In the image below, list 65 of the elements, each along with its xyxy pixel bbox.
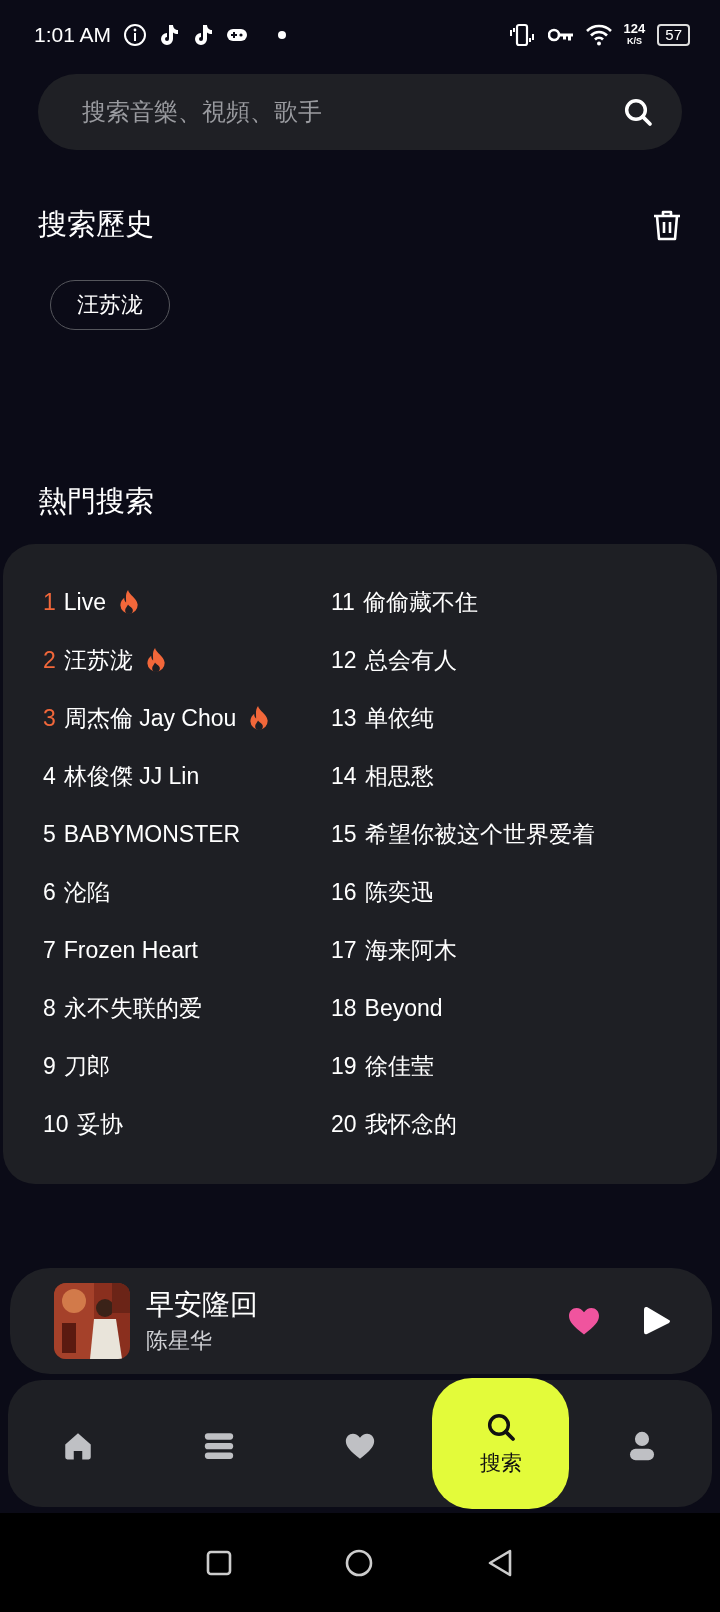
rank-number: 15 <box>331 820 357 848</box>
play-icon[interactable] <box>642 1305 672 1337</box>
rank-number: 17 <box>331 936 357 964</box>
rank-number: 19 <box>331 1052 357 1080</box>
artist-name: 陈星华 <box>146 1327 213 1355</box>
search-term[interactable]: Live <box>63 588 106 616</box>
rank-number: 5 <box>43 820 56 848</box>
trash-icon[interactable] <box>652 209 682 241</box>
search-term[interactable]: 陈奕迅 <box>364 876 434 908</box>
info-icon <box>123 23 148 47</box>
rank-number: 1 <box>43 588 56 616</box>
rank-number: 18 <box>331 994 357 1022</box>
search-term[interactable]: 林俊傑 JJ Lin <box>63 760 200 792</box>
nav-tab[interactable]: 搜索 <box>432 1378 570 1509</box>
rank-number: 3 <box>43 704 56 732</box>
search-term[interactable]: 相思愁 <box>364 760 434 792</box>
flame-icon <box>250 706 269 730</box>
rank-number: 9 <box>43 1052 56 1080</box>
recents-icon[interactable] <box>206 1549 232 1576</box>
rank-number: 10 <box>43 1110 69 1138</box>
rank-number: 16 <box>331 878 357 906</box>
rank-number: 11 <box>331 588 355 616</box>
vibrate-icon <box>507 23 536 47</box>
search-term[interactable]: 希望你被这个世界爱着 <box>364 818 595 850</box>
search-term[interactable]: 偷偷藏不住 <box>362 586 478 618</box>
search-term[interactable]: 单依纯 <box>364 702 434 734</box>
search-icon[interactable] <box>622 96 654 128</box>
wifi-icon <box>585 24 612 46</box>
dot-icon <box>277 30 288 40</box>
rank-number: 6 <box>43 878 56 906</box>
search-term[interactable]: 总会有人 <box>364 644 457 676</box>
gamepad-icon <box>227 28 248 42</box>
search-term[interactable]: 汪苏泷 <box>63 644 133 676</box>
rank-number: 4 <box>43 762 56 790</box>
network-unit: K/S <box>626 35 642 47</box>
rank-number: 7 <box>43 936 56 964</box>
key-icon <box>547 27 574 43</box>
flame-icon <box>120 590 138 614</box>
section-title: 熱門搜索 <box>38 484 155 519</box>
history-chip[interactable]: 汪苏泷 <box>50 280 170 330</box>
search-term[interactable]: 永不失联的爱 <box>63 992 202 1024</box>
search-term[interactable]: 刀郎 <box>63 1050 110 1082</box>
search-term[interactable]: 周杰倫 Jay Chou <box>63 702 237 734</box>
rank-number: 20 <box>331 1110 357 1138</box>
rank-number: 13 <box>331 704 357 732</box>
search-term[interactable]: 沦陷 <box>63 876 110 908</box>
network-speed: 124 <box>623 23 646 35</box>
rank-number: 12 <box>331 646 357 674</box>
search-term[interactable]: 妥协 <box>76 1108 123 1140</box>
search-term[interactable]: BABYMONSTER <box>63 820 241 848</box>
back-icon[interactable] <box>486 1547 514 1578</box>
rank-number: 14 <box>331 762 357 790</box>
battery-icon: 57 <box>657 24 690 46</box>
search-term[interactable]: Beyond <box>364 994 443 1022</box>
home-button-icon[interactable] <box>344 1547 374 1578</box>
search-term[interactable]: 海来阿木 <box>364 934 457 966</box>
section-title: 搜索歷史 <box>38 207 154 242</box>
search-term[interactable]: 徐佳莹 <box>364 1050 434 1082</box>
search-term[interactable]: Frozen Heart <box>63 936 198 964</box>
flame-icon <box>146 648 165 672</box>
rank-number: 8 <box>43 994 56 1022</box>
rank-number: 2 <box>43 646 56 674</box>
clock: 1:01 AM <box>34 23 112 47</box>
search-term[interactable]: 我怀念的 <box>364 1108 457 1140</box>
song-title: 早安隆回 <box>146 1288 259 1322</box>
